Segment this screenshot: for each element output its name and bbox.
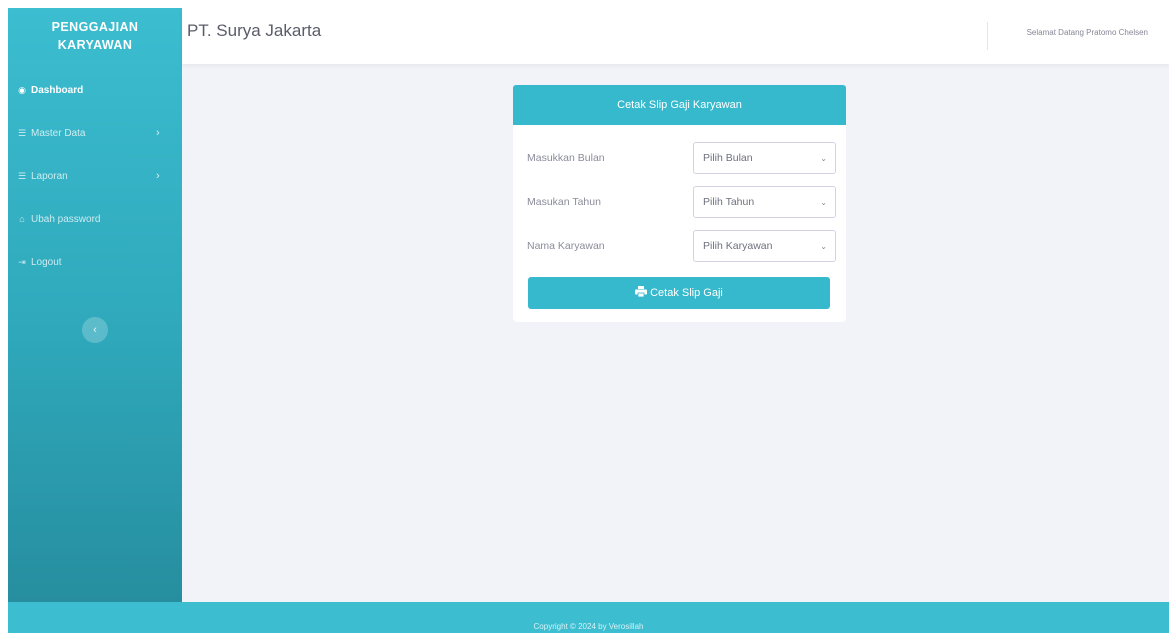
chevron-down-icon: ⌄ <box>820 153 827 163</box>
card-header: Cetak Slip Gaji Karyawan <box>513 85 846 125</box>
year-label: Masukan Tahun <box>527 196 601 208</box>
sidebar-item-label: Ubah password <box>31 213 101 225</box>
lock-icon: ⌂ <box>19 214 25 224</box>
year-select[interactable]: Pilih Tahun ⌄ <box>693 186 836 218</box>
chevron-right-icon: › <box>156 170 160 182</box>
printer-icon <box>635 286 648 300</box>
copyright-text: Copyright © 2024 by Verosillah <box>533 622 644 631</box>
sidebar-item-logout[interactable]: ⇥ Logout <box>8 247 182 277</box>
chevron-down-icon: ⌄ <box>820 197 827 207</box>
topbar-divider <box>987 22 988 50</box>
sidebar: PENGGAJIAN KARYAWAN ◉ Dashboard ☰ Master… <box>8 8 182 602</box>
month-select-value: Pilih Bulan <box>703 152 753 164</box>
sidebar-item-dashboard[interactable]: ◉ Dashboard <box>8 75 182 105</box>
month-label: Masukkan Bulan <box>527 152 605 164</box>
print-payslip-button[interactable]: Cetak Slip Gaji <box>528 277 830 309</box>
page-title: PT. Surya Jakarta <box>187 21 322 40</box>
print-button-label: Cetak Slip Gaji <box>650 287 723 299</box>
card-title: Cetak Slip Gaji Karyawan <box>617 99 742 111</box>
topbar: PT. Surya Jakarta Selamat Datang Pratomo… <box>182 8 1169 64</box>
sidebar-item-laporan[interactable]: ☰ Laporan › <box>8 161 182 191</box>
chevron-down-icon: ⌄ <box>820 241 827 251</box>
employee-label: Nama Karyawan <box>527 240 605 252</box>
user-greeting[interactable]: Selamat Datang Pratomo Chelsen <box>1027 28 1148 37</box>
database-icon: ☰ <box>17 127 27 138</box>
sidebar-item-label: Laporan <box>31 170 68 182</box>
month-select[interactable]: Pilih Bulan ⌄ <box>693 142 836 174</box>
brand-line-2: KARYAWAN <box>57 38 133 52</box>
employee-select-value: Pilih Karyawan <box>703 240 773 252</box>
window-frame-top <box>0 0 1169 8</box>
sidebar-item-label: Dashboard <box>31 84 84 96</box>
logout-icon: ⇥ <box>18 256 26 267</box>
sidebar-item-label: Logout <box>31 256 62 268</box>
payslip-form: Masukkan Bulan Pilih Bulan ⌄ Masukan Tah… <box>513 125 846 322</box>
sidebar-item-ubah-password[interactable]: ⌂ Ubah password <box>8 204 182 234</box>
brand-line-1: PENGGAJIAN <box>51 20 139 34</box>
chevron-right-icon: › <box>156 127 160 139</box>
sidebar-item-label: Master Data <box>31 127 86 139</box>
report-icon: ☰ <box>17 170 27 181</box>
chevron-left-icon: ‹ <box>93 324 97 336</box>
employee-select[interactable]: Pilih Karyawan ⌄ <box>693 230 836 262</box>
gauge-icon: ◉ <box>18 84 26 95</box>
sidebar-brand[interactable]: PENGGAJIAN KARYAWAN <box>8 8 182 64</box>
sidebar-item-master-data[interactable]: ☰ Master Data › <box>8 118 182 148</box>
sidebar-toggle-button[interactable]: ‹ <box>82 317 108 343</box>
window-frame-left <box>0 0 8 633</box>
footer: Copyright © 2024 by Verosillah <box>8 602 1169 633</box>
year-select-value: Pilih Tahun <box>703 196 755 208</box>
